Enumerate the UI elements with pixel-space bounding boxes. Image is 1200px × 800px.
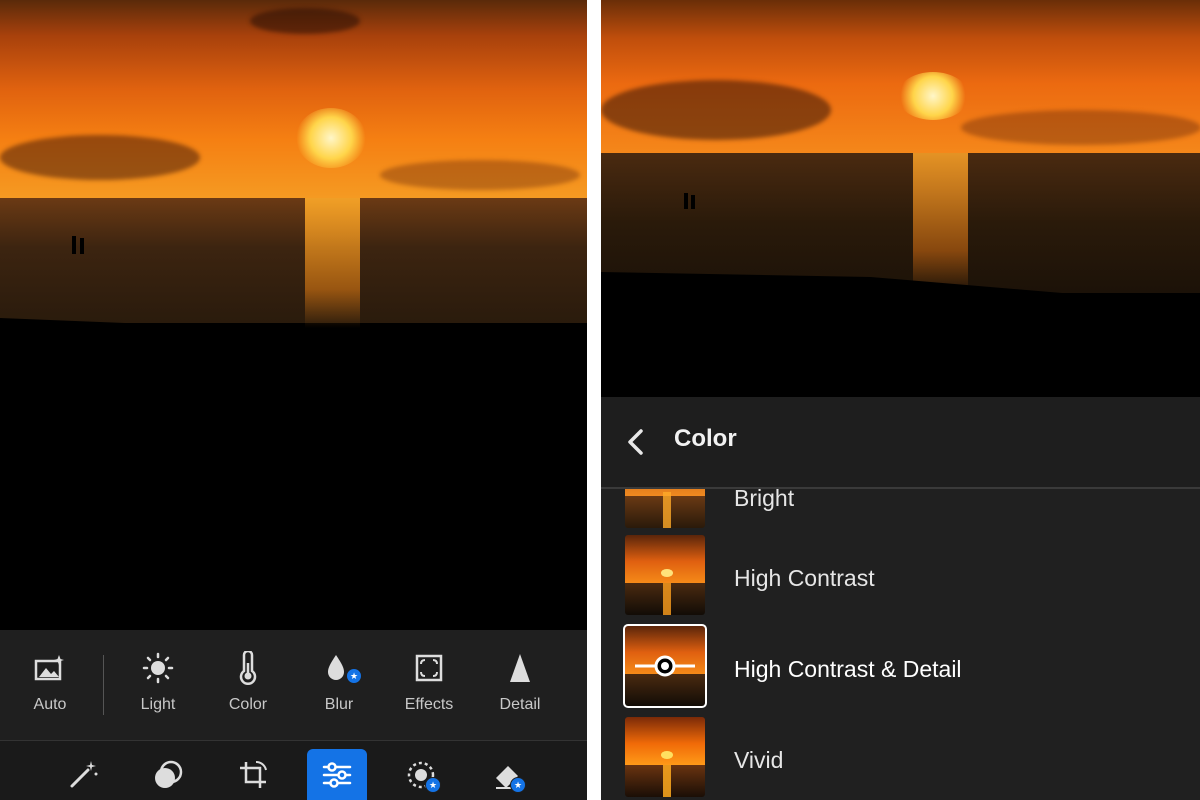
tool-auto-label: Auto [33, 696, 67, 713]
preset-thumbnail-selected [623, 624, 707, 708]
preset-item-high-contrast-detail[interactable]: High Contrast & Detail [601, 624, 1200, 708]
magic-wand-button[interactable] [53, 749, 113, 800]
premium-star-icon: ★ [425, 777, 441, 793]
masking-icon [155, 760, 183, 788]
preset-label: Bright [734, 489, 795, 511]
sun-icon [118, 650, 198, 686]
left-editor-screen: Auto Light Color ★ Blur Effects Detail ★… [0, 0, 587, 800]
tool-detail-label: Detail [499, 696, 541, 713]
selective-brush-button[interactable]: ★ [392, 749, 452, 800]
tool-light-label: Light [140, 696, 176, 713]
preset-thumbnail [625, 489, 705, 528]
panel-title: Color [674, 425, 737, 452]
preset-label: Vivid [734, 747, 784, 773]
adjustment-toolbar: Auto Light Color ★ Blur Effects Detail [0, 630, 587, 740]
photo-canvas[interactable] [601, 0, 1200, 397]
back-button[interactable] [625, 428, 647, 461]
thermometer-icon [208, 650, 288, 686]
preset-label: High Contrast & Detail [734, 656, 962, 682]
tool-light[interactable]: Light [118, 650, 198, 714]
masking-button[interactable] [138, 749, 198, 800]
premium-star-icon: ★ [510, 777, 526, 793]
sliders-icon [322, 762, 352, 788]
premium-star-icon: ★ [346, 668, 362, 684]
preset-item-bright[interactable]: Bright [601, 489, 1200, 528]
blur-drop-icon: ★ [299, 650, 379, 686]
crop-button[interactable] [223, 749, 283, 800]
tool-effects[interactable]: Effects [389, 650, 469, 714]
magic-wand-icon [70, 761, 98, 788]
effects-frame-icon [389, 650, 469, 686]
tool-blur[interactable]: ★ Blur [299, 650, 379, 714]
healing-button[interactable]: ★ [477, 749, 537, 800]
color-presets-header: Color [601, 397, 1200, 489]
bottom-tool-bar: ★ ★ [0, 740, 587, 800]
crop-icon [240, 760, 267, 788]
tool-effects-label: Effects [404, 696, 454, 713]
preset-thumbnail [625, 717, 705, 797]
adjust-amount-icon [635, 655, 695, 677]
preset-list: Bright High Contrast High Contrast & Det… [601, 489, 1200, 800]
tool-auto[interactable]: Auto [10, 650, 90, 714]
preset-item-vivid[interactable]: Vivid [601, 717, 1200, 799]
photo-canvas[interactable] [0, 0, 587, 630]
tool-detail[interactable]: Detail [480, 650, 560, 714]
chevron-left-icon [628, 429, 643, 455]
preset-thumbnail [625, 535, 705, 615]
tool-color[interactable]: Color [208, 650, 288, 714]
detail-triangle-icon [480, 650, 560, 686]
tool-blur-label: Blur [324, 696, 354, 713]
preset-label: High Contrast [734, 565, 875, 591]
auto-photo-icon [10, 650, 90, 686]
right-editor-screen: Color Bright High Contrast High Contrast… [601, 0, 1200, 800]
toolbar-divider [103, 655, 104, 715]
preset-item-high-contrast[interactable]: High Contrast [601, 535, 1200, 617]
tool-color-label: Color [228, 696, 268, 713]
adjust-sliders-button[interactable] [307, 749, 367, 800]
